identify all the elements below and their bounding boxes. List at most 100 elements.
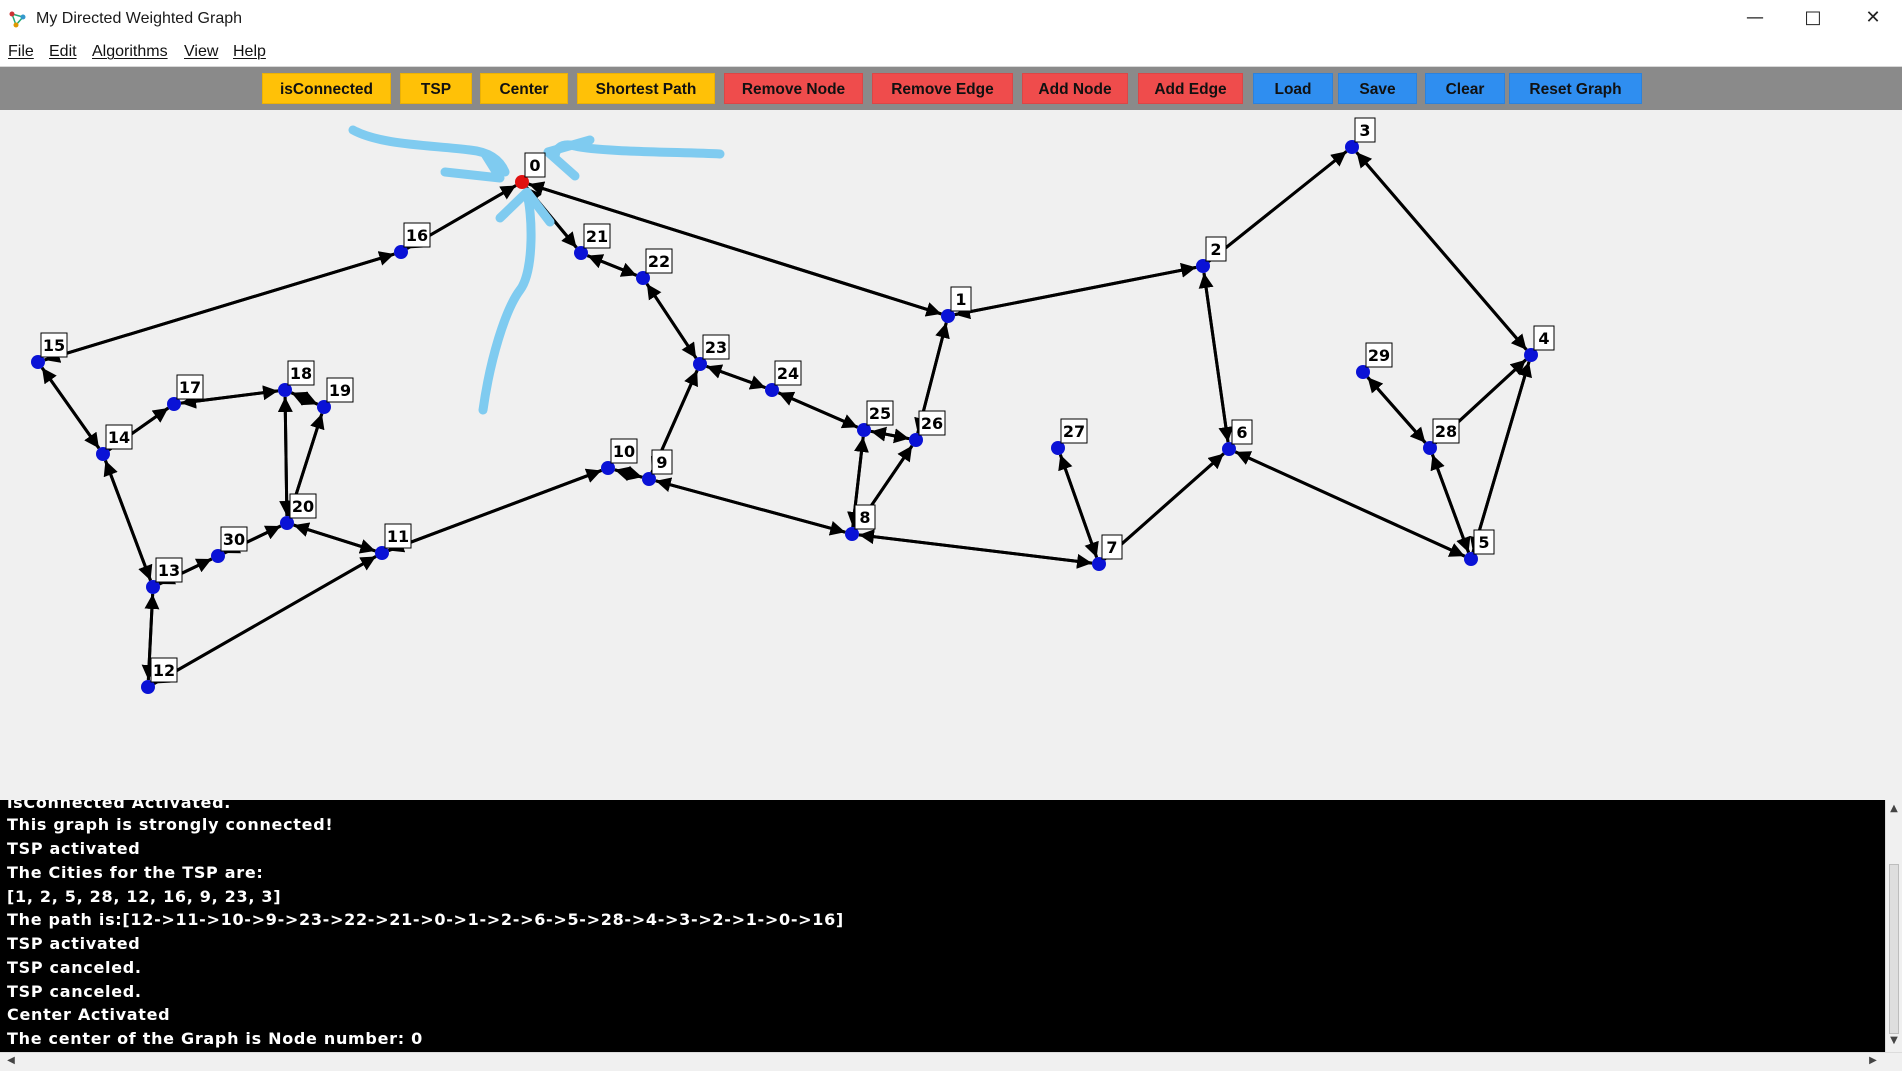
center-button[interactable]: Center (480, 73, 568, 104)
tsp-button[interactable]: TSP (400, 73, 472, 104)
remove-edge-button[interactable]: Remove Edge (872, 73, 1013, 104)
maximize-icon[interactable]: □ (1784, 0, 1842, 38)
edge-18-to-20 (279, 396, 295, 517)
edge-21-to-22 (586, 254, 638, 277)
edge-13-to-14 (103, 460, 152, 581)
graph-node-17[interactable]: 17 (167, 374, 204, 411)
node-label: 20 (292, 497, 314, 516)
node-label: 21 (586, 227, 608, 246)
node-label: 4 (1538, 329, 1549, 348)
graph-node-13[interactable]: 13 (146, 557, 183, 594)
node-label: 17 (179, 378, 201, 397)
menu-bar: File Edit Algorithms View Help (0, 38, 1902, 67)
edge-12-to-11 (153, 555, 377, 685)
graph-node-18[interactable]: 18 (278, 360, 315, 397)
node-label: 25 (869, 404, 891, 423)
graph-node-1[interactable]: 1 (941, 286, 972, 323)
console-output: isConnected Activated. This graph is str… (0, 800, 1885, 1052)
node-label: 11 (387, 527, 409, 546)
menu-file[interactable]: File (8, 38, 34, 66)
edge-28-to-5 (1431, 454, 1471, 553)
log-line: TSP canceled. (7, 958, 142, 977)
console-horizontal-scrollbar[interactable]: ◀ ▶ (0, 1052, 1902, 1071)
edge-2-to-1 (954, 265, 1197, 320)
node-label: 2 (1210, 240, 1221, 259)
graph-node-28[interactable]: 28 (1423, 418, 1460, 455)
edge-24-to-25 (777, 391, 859, 429)
edge-26-to-25 (870, 426, 910, 442)
isconnected-button[interactable]: isConnected (262, 73, 391, 104)
save-button[interactable]: Save (1338, 73, 1417, 104)
console-vertical-scrollbar[interactable]: ▲ ▼ (1885, 800, 1902, 1052)
graph-node-27[interactable]: 27 (1051, 418, 1088, 455)
reset-graph-button[interactable]: Reset Graph (1509, 73, 1642, 104)
close-icon[interactable]: ✕ (1844, 0, 1902, 38)
log-line: TSP activated (7, 934, 141, 953)
window-title: My Directed Weighted Graph (36, 10, 243, 27)
graph-node-16[interactable]: 16 (394, 222, 431, 259)
graph-node-30[interactable]: 30 (211, 526, 248, 563)
load-button[interactable]: Load (1253, 73, 1333, 104)
menu-view[interactable]: View (184, 38, 218, 66)
title-bar: My Directed Weighted Graph — □ ✕ (0, 0, 1902, 39)
graph-node-12[interactable]: 12 (141, 657, 178, 694)
graph-node-11[interactable]: 11 (375, 523, 412, 560)
graph-node-14[interactable]: 14 (96, 424, 133, 461)
scrollbar-thumb[interactable] (1889, 864, 1899, 1034)
graph-node-21[interactable]: 21 (574, 223, 611, 260)
graph-node-29[interactable]: 29 (1356, 342, 1393, 379)
edge-19-to-18 (290, 391, 319, 406)
shortest-path-button[interactable]: Shortest Path (577, 73, 715, 104)
scroll-up-icon[interactable]: ▲ (1887, 802, 1901, 816)
graph-node-2[interactable]: 2 (1196, 236, 1227, 273)
edge-1-to-0 (528, 181, 942, 316)
edge-10-to-9 (614, 466, 643, 481)
node-label: 18 (290, 364, 312, 383)
remove-node-button[interactable]: Remove Node (724, 73, 863, 104)
graph-node-3[interactable]: 3 (1345, 117, 1376, 154)
node-label: 0 (529, 156, 540, 175)
log-line: The path is:[12->11->10->9->23->22->21->… (7, 910, 844, 929)
graph-node-24[interactable]: 24 (765, 360, 802, 397)
graph-node-23[interactable]: 23 (693, 334, 730, 371)
edges-layer (40, 150, 1532, 685)
node-label: 30 (223, 530, 245, 549)
clear-button[interactable]: Clear (1425, 73, 1505, 104)
edge-23-to-24 (706, 364, 766, 390)
node-label: 3 (1359, 121, 1370, 140)
graph-node-22[interactable]: 22 (636, 248, 673, 285)
minimize-icon[interactable]: — (1726, 0, 1784, 38)
edge-5-to-4 (1471, 361, 1532, 553)
graph-node-26[interactable]: 26 (909, 410, 946, 447)
scroll-down-icon[interactable]: ▼ (1887, 1034, 1901, 1048)
edge-15-to-14 (40, 366, 101, 450)
pointer-head-2 (543, 135, 595, 181)
node-label: 27 (1063, 422, 1085, 441)
edge-8-to-7 (858, 533, 1093, 569)
log-line: The center of the Graph is Node number: … (7, 1029, 423, 1048)
menu-help[interactable]: Help (233, 38, 266, 66)
menu-edit[interactable]: Edit (49, 38, 77, 66)
add-edge-button[interactable]: Add Edge (1138, 73, 1243, 104)
graph-node-4[interactable]: 4 (1524, 325, 1555, 362)
log-line: Center Activated (7, 1005, 171, 1024)
scroll-right-icon[interactable]: ▶ (1866, 1054, 1880, 1068)
edge-4-to-3 (1355, 151, 1528, 351)
scroll-left-icon[interactable]: ◀ (4, 1054, 18, 1068)
graph-node-19[interactable]: 19 (317, 377, 354, 414)
node-label: 23 (705, 338, 727, 357)
edge-20-to-11 (293, 523, 376, 554)
graph-canvas[interactable]: 0123456789101112131415161718192021222324… (0, 110, 1902, 800)
node-label: 14 (108, 428, 130, 447)
node-label: 16 (406, 226, 428, 245)
node-label: 24 (777, 364, 799, 383)
graph-node-15[interactable]: 15 (31, 332, 68, 369)
edge-6-to-2 (1198, 272, 1230, 443)
node-label: 13 (158, 561, 180, 580)
node-label: 15 (43, 336, 65, 355)
node-label: 7 (1106, 538, 1117, 557)
node-label: 29 (1368, 346, 1390, 365)
menu-algorithms[interactable]: Algorithms (92, 38, 168, 66)
add-node-button[interactable]: Add Node (1022, 73, 1128, 104)
pointer-head-1 (440, 149, 505, 183)
